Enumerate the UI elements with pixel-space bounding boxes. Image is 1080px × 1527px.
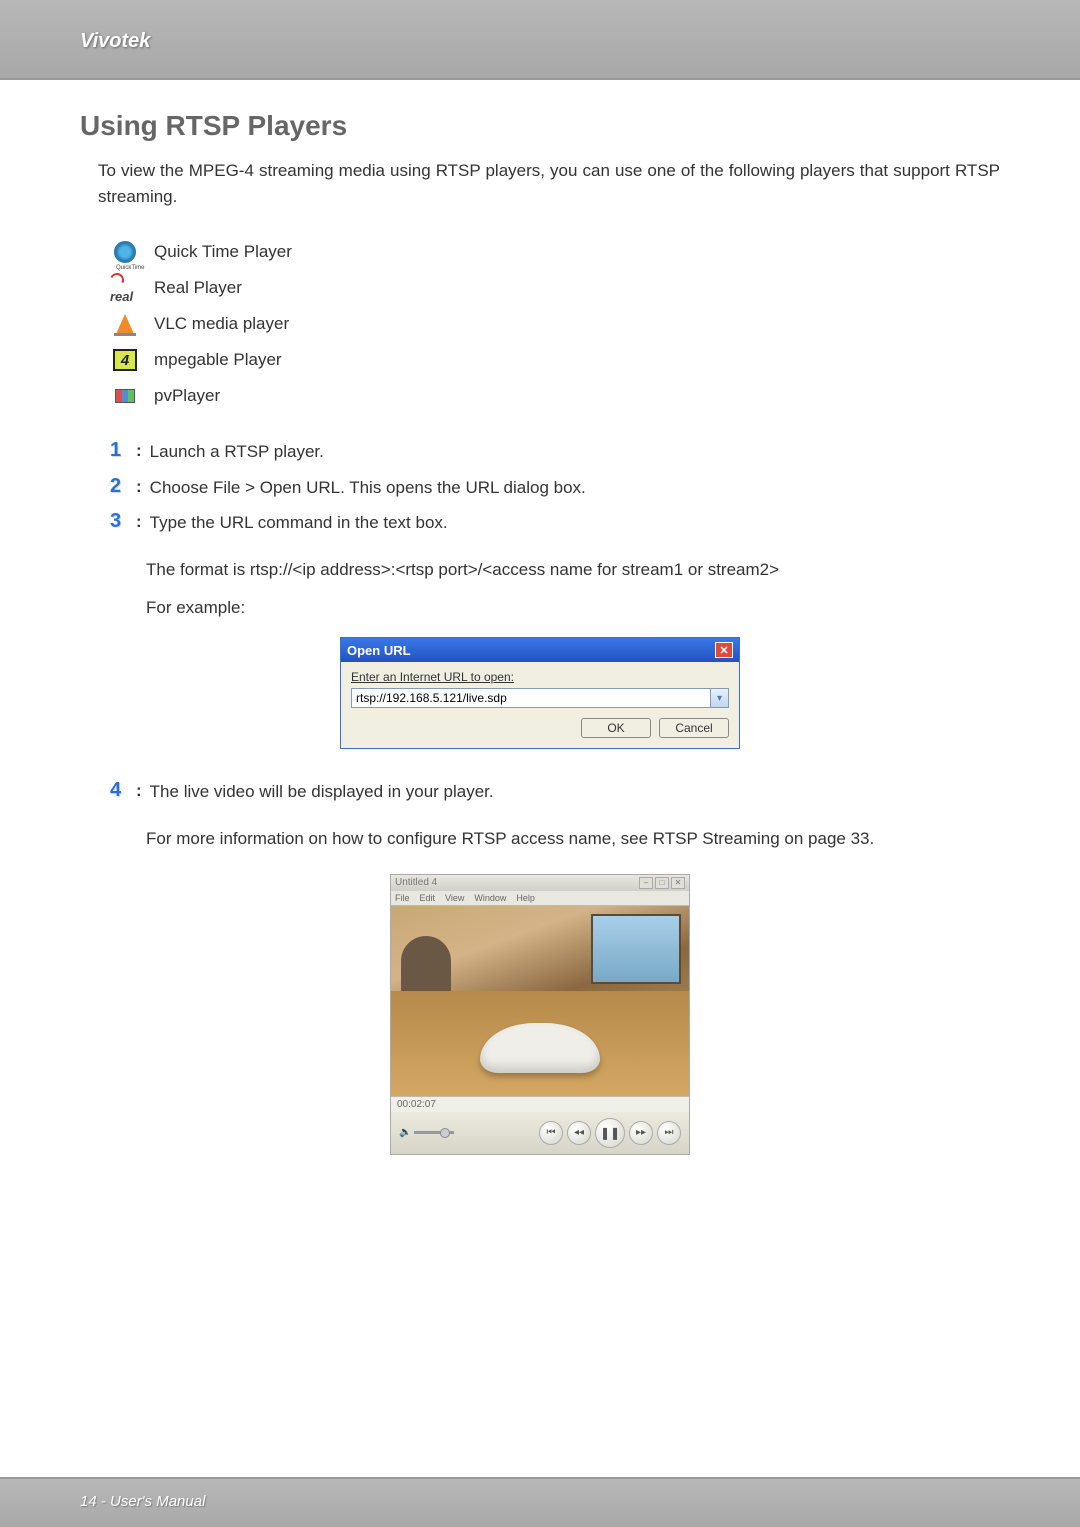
volume-slider[interactable]	[414, 1131, 454, 1134]
step-2-text: Choose File > Open URL. This opens the U…	[150, 475, 586, 501]
steps-list-2: 4 : The live video will be displayed in …	[110, 779, 1000, 805]
maximize-icon[interactable]: □	[655, 877, 669, 889]
player-label: Real Player	[154, 278, 242, 298]
footer-text: 14 - User's Manual	[80, 1493, 205, 1510]
realplayer-icon: real	[110, 275, 140, 301]
dialog-title: Open URL	[347, 643, 411, 658]
video-controls: 🔈 ⏮ ◂◂ ❚❚ ▸▸ ⏭	[391, 1112, 689, 1154]
rewind-icon[interactable]: ◂◂	[567, 1121, 591, 1145]
dialog-label: Enter an Internet URL to open:	[351, 670, 729, 684]
speaker-icon: 🔈	[399, 1127, 411, 1138]
step-number-2: 2	[110, 475, 128, 498]
menu-edit[interactable]: Edit	[420, 893, 436, 903]
ok-button[interactable]: OK	[581, 718, 651, 738]
player-pv: pvPlayer	[110, 383, 1000, 409]
close-icon[interactable]: ✕	[671, 877, 685, 889]
step-4-text: The live video will be displayed in your…	[150, 779, 494, 805]
player-label: VLC media player	[154, 314, 289, 334]
pause-icon[interactable]: ❚❚	[595, 1118, 625, 1148]
page-footer: 14 - User's Manual	[0, 1477, 1080, 1527]
player-label: pvPlayer	[154, 386, 220, 406]
player-label: Quick Time Player	[154, 242, 292, 262]
step-4-sub: For more information on how to configure…	[146, 825, 1000, 854]
player-quicktime: QuickTime Quick Time Player	[110, 239, 1000, 265]
mpegable-icon: 4	[110, 347, 140, 373]
chevron-down-icon[interactable]: ▾	[711, 688, 729, 708]
step-number-4: 4	[110, 779, 128, 802]
step-number-1: 1	[110, 439, 128, 462]
menu-file[interactable]: File	[395, 893, 410, 903]
steps-list: 1 : Launch a RTSP player. 2 : Choose Fil…	[110, 439, 1000, 536]
skip-back-icon[interactable]: ⏮	[539, 1121, 563, 1145]
dialog-titlebar: Open URL ✕	[341, 638, 739, 662]
menu-view[interactable]: View	[445, 893, 464, 903]
video-viewport	[391, 906, 689, 1096]
brand-label: Vivotek	[80, 30, 1080, 53]
player-mpegable: 4 mpegable Player	[110, 347, 1000, 373]
players-list: QuickTime Quick Time Player real Real Pl…	[110, 239, 1000, 409]
step-number-3: 3	[110, 510, 128, 533]
vlc-icon	[110, 311, 140, 337]
section-title: Using RTSP Players	[80, 110, 1000, 142]
video-player: Untitled 4 – □ ✕ File Edit View Window H…	[390, 874, 690, 1155]
video-time: 00:02:07	[391, 1096, 689, 1112]
video-player-menubar: File Edit View Window Help	[391, 891, 689, 906]
step-3-example: For example:	[146, 594, 1000, 623]
player-vlc: VLC media player	[110, 311, 1000, 337]
minimize-icon[interactable]: –	[639, 877, 653, 889]
pvplayer-icon	[110, 383, 140, 409]
step-3-format: The format is rtsp://<ip address>:<rtsp …	[146, 556, 1000, 585]
video-player-title: Untitled 4	[395, 877, 437, 888]
intro-text: To view the MPEG-4 streaming media using…	[80, 158, 1000, 209]
open-url-dialog-wrap: Open URL ✕ Enter an Internet URL to open…	[80, 637, 1000, 749]
open-url-dialog: Open URL ✕ Enter an Internet URL to open…	[340, 637, 740, 749]
quicktime-icon: QuickTime	[110, 239, 140, 265]
volume-control[interactable]: 🔈	[399, 1127, 454, 1138]
player-real: real Real Player	[110, 275, 1000, 301]
video-player-wrap: Untitled 4 – □ ✕ File Edit View Window H…	[80, 874, 1000, 1155]
forward-icon[interactable]: ▸▸	[629, 1121, 653, 1145]
skip-forward-icon[interactable]: ⏭	[657, 1121, 681, 1145]
step-3-text: Type the URL command in the text box.	[150, 510, 448, 536]
menu-help[interactable]: Help	[516, 893, 535, 903]
menu-window[interactable]: Window	[474, 893, 506, 903]
page-content: Using RTSP Players To view the MPEG-4 st…	[0, 80, 1080, 1155]
page-header: Vivotek	[0, 0, 1080, 80]
cancel-button[interactable]: Cancel	[659, 718, 729, 738]
player-label: mpegable Player	[154, 350, 282, 370]
video-player-titlebar: Untitled 4 – □ ✕	[391, 875, 689, 891]
step-1-text: Launch a RTSP player.	[150, 439, 324, 465]
url-input[interactable]	[351, 688, 711, 708]
close-icon[interactable]: ✕	[715, 642, 733, 658]
